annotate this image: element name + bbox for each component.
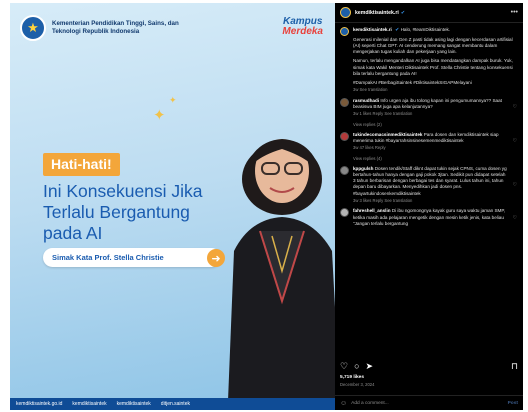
emoji-icon[interactable]: ☺ xyxy=(340,400,347,407)
comment-avatar[interactable] xyxy=(340,208,349,218)
footer-ditjen: ditjen.saintek xyxy=(160,401,190,407)
view-replies-link[interactable]: View replies (4) xyxy=(353,156,517,161)
caption-avatar[interactable] xyxy=(340,27,349,36)
comment-username[interactable]: fahreshell_anslin xyxy=(353,208,391,213)
ministry-name: Kementerian Pendidikan Tinggi, Sains, da… xyxy=(52,19,179,35)
post-comment-button[interactable]: Post xyxy=(508,401,518,406)
warning-badge: Hati-hati! xyxy=(43,153,120,176)
brand-bottom: Merdeka xyxy=(282,26,323,37)
avatar[interactable] xyxy=(340,7,351,18)
caption-meta[interactable]: 3w See translation xyxy=(353,87,517,93)
bookmark-icon[interactable]: ⊓ xyxy=(511,361,518,372)
add-comment-bar: ☺ Add a comment... Post xyxy=(335,395,523,410)
sparkle-small-icon: ✦ xyxy=(169,95,177,105)
comment-meta[interactable]: 3w 47 likes Reply xyxy=(353,145,509,151)
comment-meta[interactable]: 3w 1 likes Reply See translation xyxy=(353,111,509,117)
post-image: ★ Kementerian Pendidikan Tinggi, Sains, … xyxy=(10,3,335,410)
comment-username[interactable]: rasmudhadi xyxy=(353,98,379,103)
comment-text: Dosen tendik/Staff diknt dapat tukin sej… xyxy=(353,165,507,196)
view-replies-link[interactable]: View replies (2) xyxy=(353,122,517,127)
like-icon[interactable]: ♡ xyxy=(340,361,348,372)
more-options-icon[interactable]: ••• xyxy=(511,9,518,16)
post-date: December 3, 2024 xyxy=(340,382,375,387)
caption: kemdiktisaintek.ri ✔ Halo, #teamDiktisai… xyxy=(340,27,517,93)
like-heart-icon[interactable]: ♡ xyxy=(513,182,517,188)
caption-greeting: Halo, #teamDiktisaintek. xyxy=(400,27,451,32)
caption-paragraph-1: Generasi milenial dan Gen Z pasti tidak … xyxy=(353,36,513,55)
like-count[interactable]: 5,719 likes xyxy=(340,375,364,380)
like-heart-icon[interactable]: ♡ xyxy=(513,215,517,221)
list-item: tukindecomacsinmediktisaintek Para dosen… xyxy=(340,131,517,151)
comment-username[interactable]: kppgulsh xyxy=(353,166,373,171)
comment-list[interactable]: kemdiktisaintek.ri ✔ Halo, #teamDiktisai… xyxy=(335,23,523,313)
comment-avatar[interactable] xyxy=(340,97,349,107)
kampus-merdeka-logo: Kampus Merdeka xyxy=(282,17,323,37)
sparkle-icon: ✦ xyxy=(153,107,166,124)
share-icon[interactable]: ➤ xyxy=(366,361,374,372)
list-item: fahreshell_anslin Di ibu ngomongnya kaya… xyxy=(340,208,517,227)
comment-meta[interactable]: 3w 3 likes Reply See translation xyxy=(353,198,509,204)
comment-input[interactable]: Add a comment... xyxy=(351,401,389,406)
ministry-header: ★ Kementerian Pendidikan Tinggi, Sains, … xyxy=(20,15,202,41)
verified-icon: ✔ xyxy=(400,9,406,16)
header-username[interactable]: kemdiktisaintek.ri xyxy=(355,10,399,16)
post-header: kemdiktisaintek.ri ✔ ••• xyxy=(335,3,523,23)
cta-pill: Simak Kata Prof. Stella Christie xyxy=(43,248,221,267)
action-bar: ♡ ○ ➤ ⊓ xyxy=(340,361,518,372)
comment-username[interactable]: tukindecomacsinmediktisaintek xyxy=(353,132,422,137)
comment-icon[interactable]: ○ xyxy=(354,361,359,372)
like-heart-icon[interactable]: ♡ xyxy=(513,138,517,144)
footer-website: kemdiktisaintek.go.id xyxy=(16,401,63,407)
footer-socials: kemdiktisaintek xyxy=(116,401,151,407)
post-viewer: ★ Kementerian Pendidikan Tinggi, Sains, … xyxy=(10,3,523,410)
caption-username[interactable]: kemdiktisaintek.ri xyxy=(353,27,392,32)
footer-instagram: kemdiktisaintek xyxy=(72,401,107,407)
like-heart-icon[interactable]: ♡ xyxy=(513,104,517,110)
comment-avatar[interactable] xyxy=(340,131,349,141)
ministry-logo-icon: ★ xyxy=(20,15,46,41)
list-item: kppgulsh Dosen tendik/Staff diknt dapat … xyxy=(340,165,517,204)
poster-headline: Ini Konsekuensi Jika Terlalu Bergantung … xyxy=(43,181,203,243)
list-item: rasmudhadi Info urgen aja ibu tolong kap… xyxy=(340,97,517,117)
comment-avatar[interactable] xyxy=(340,165,349,175)
comments-panel: kemdiktisaintek.ri ✔ ••• kemdiktisaintek… xyxy=(335,3,523,410)
poster-footer: kemdiktisaintek.go.id kemdiktisaintek ke… xyxy=(10,398,335,410)
speaker-portrait xyxy=(228,139,335,401)
caption-hashtags[interactable]: #DampakAI #BerbagiSaintek #DiktisaintekS… xyxy=(353,80,517,86)
caption-paragraph-2: Namun, terlalu mengandalkan AI juga bisa… xyxy=(353,58,513,76)
verified-icon: ✔ xyxy=(395,27,400,33)
